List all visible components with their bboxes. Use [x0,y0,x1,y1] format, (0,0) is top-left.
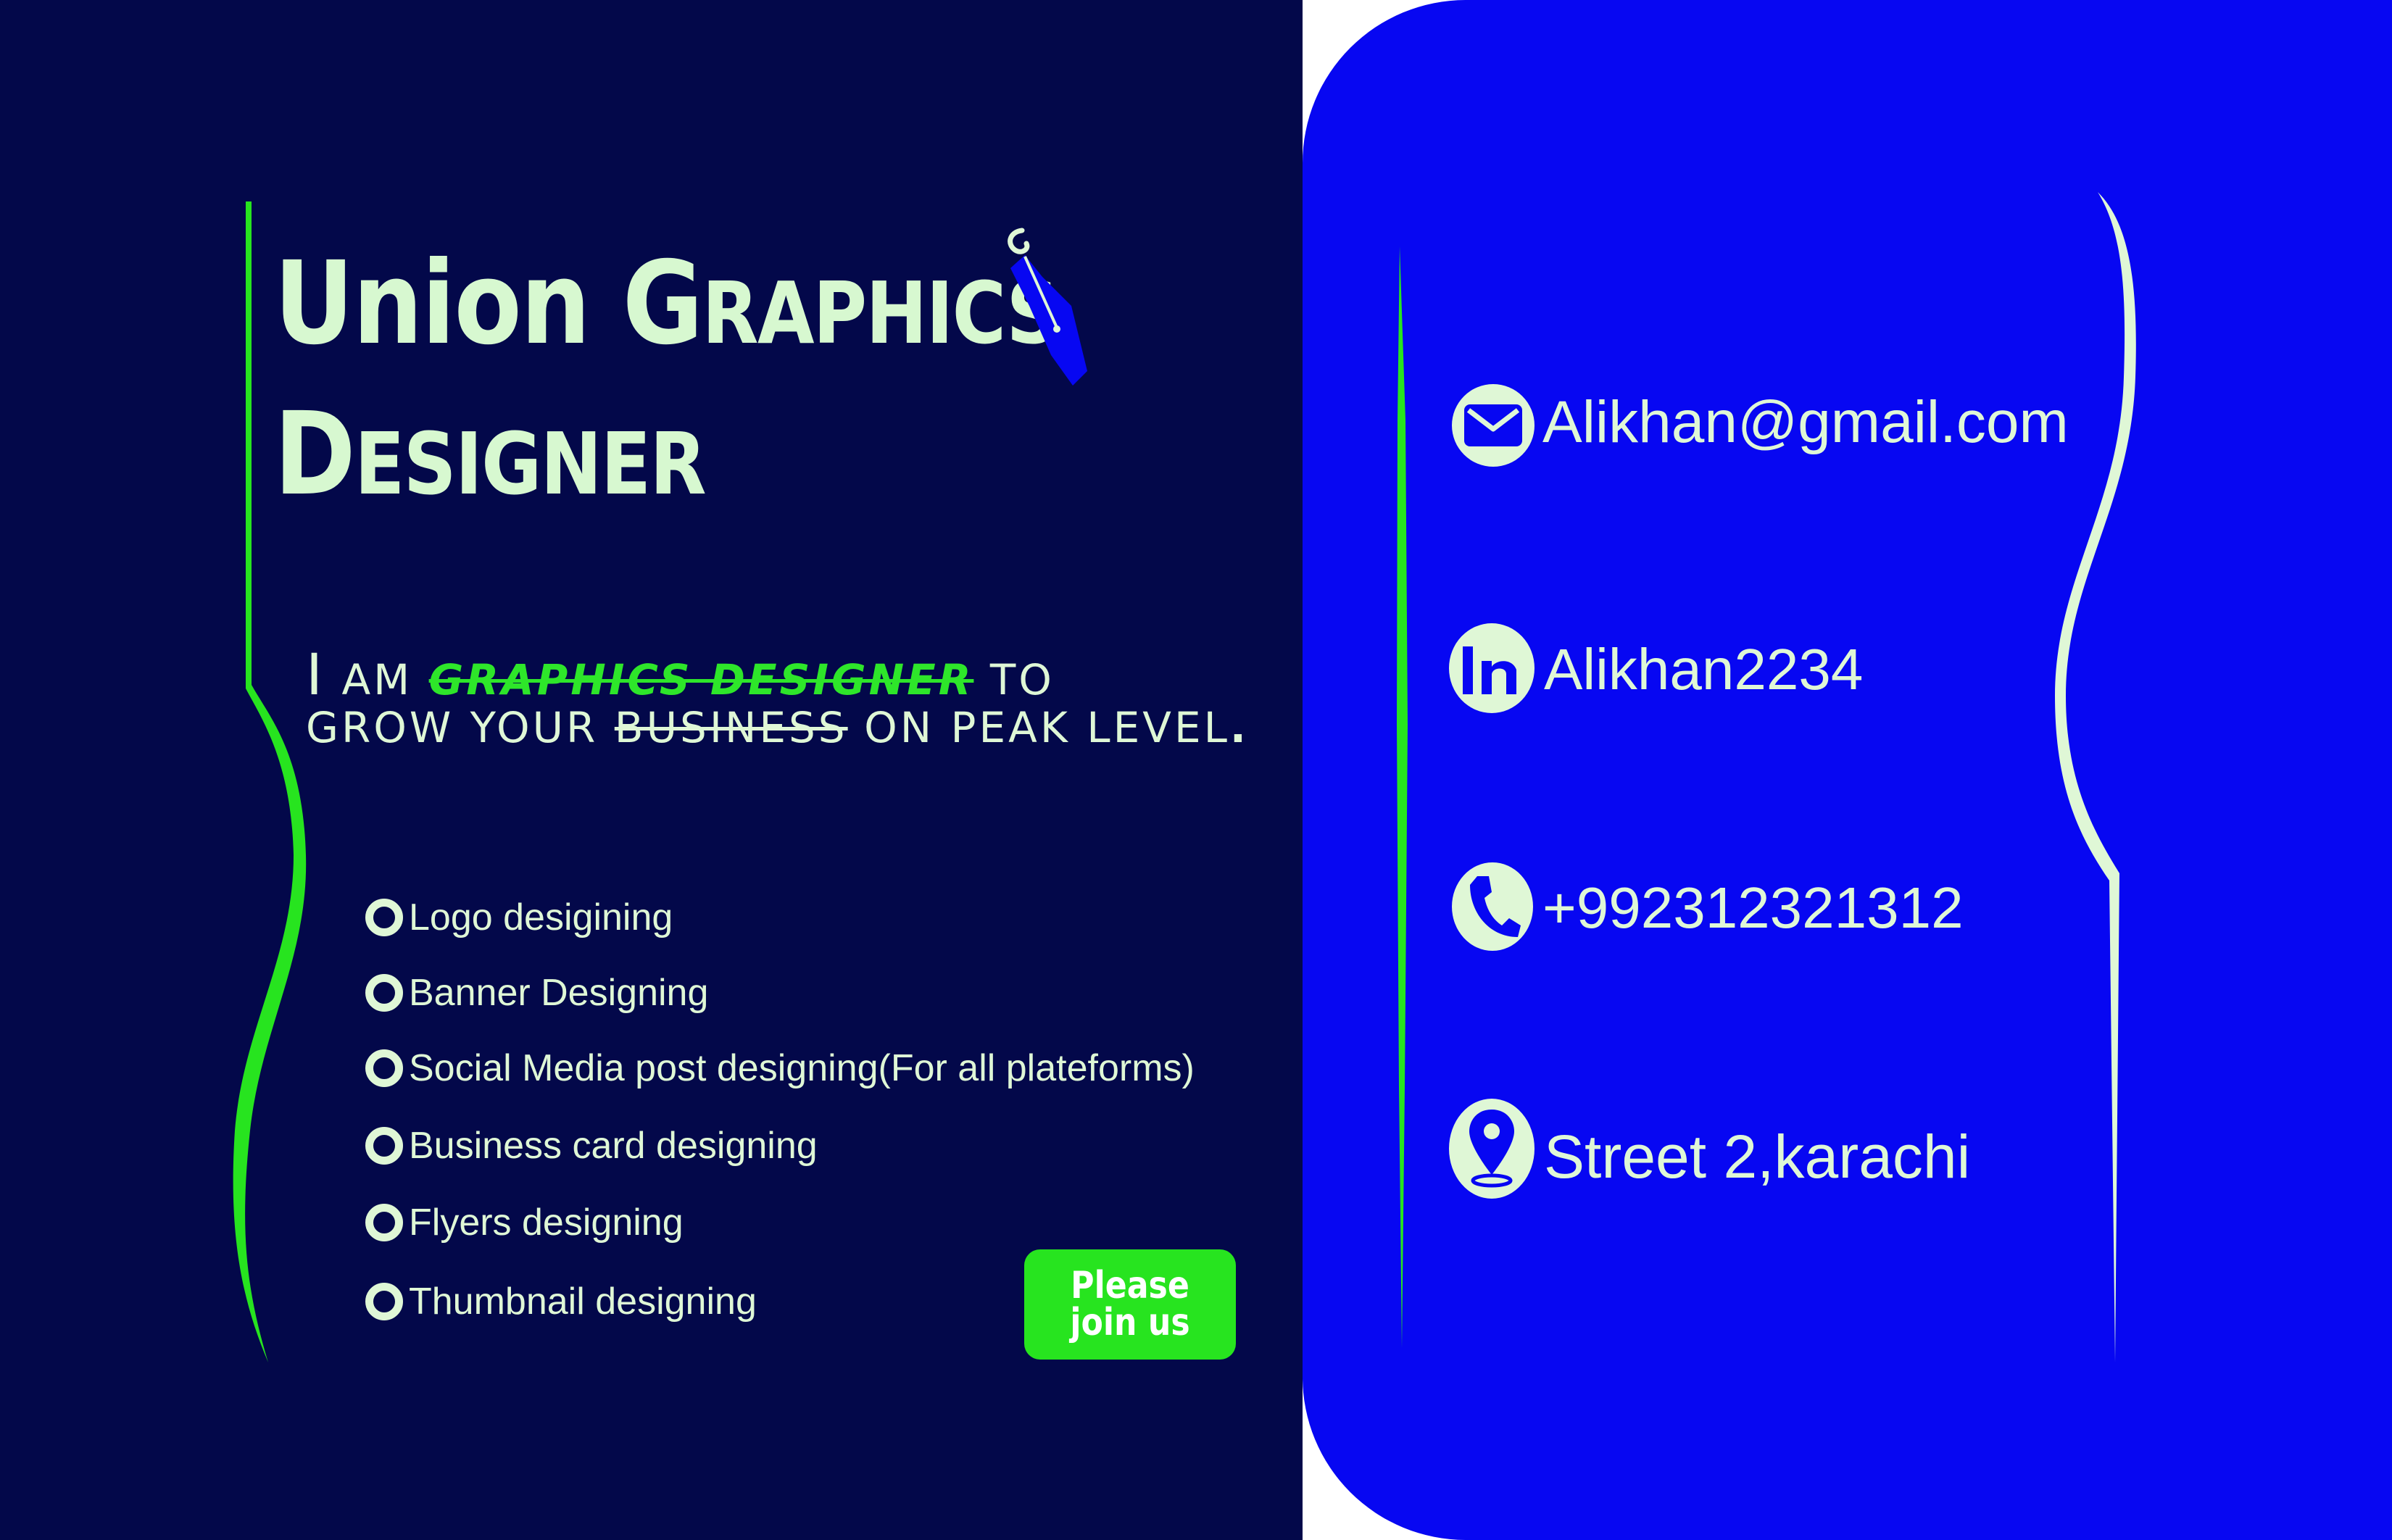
phone-icon [1452,862,1533,951]
tagline-peak-level: on peak level [864,703,1230,752]
right-light-curve [2055,192,2136,1362]
left-green-curve [233,201,307,1362]
service-label: Business card designing [409,1125,818,1167]
brand-title-line1: Union Graphics [274,246,1059,361]
service-label: Social Media post designing(For all plat… [409,1047,1195,1089]
bullet-icon [365,899,403,936]
tagline-line2: grow your business on peak level. [306,707,1249,749]
brand-title-line2: Designer [274,397,707,514]
tagline-grow-your: grow your [306,703,599,752]
tagline-cap-i: I [306,643,326,708]
pen-nib-icon [1008,228,1087,386]
linkedin-text[interactable]: Alikhan2234 [1544,641,1863,699]
business-card: Union Graphics Designer I am GRAPHICS DE… [0,0,2392,1540]
tagline-line1: I am GRAPHICS DESIGNER to [306,647,1055,704]
service-item: Banner Designing [365,967,708,1018]
tagline-period: . [1229,703,1249,752]
service-item: Flyers designing [365,1197,684,1248]
address-text[interactable]: Street 2,karachi [1544,1126,1970,1187]
tagline-business: business [614,703,848,752]
linkedin-icon [1449,623,1535,713]
location-pin-icon [1449,1099,1535,1199]
service-item: Thumbnail designing [365,1276,757,1327]
bullet-icon [365,1049,403,1087]
bullet-icon [365,1127,403,1165]
phone-text[interactable]: +992312321312 [1542,879,1964,937]
join-button[interactable]: Please join us [1024,1249,1236,1360]
service-item: Social Media post designing(For all plat… [365,1043,1195,1094]
bullet-icon [365,974,403,1012]
service-item: Business card designing [365,1120,818,1171]
join-button-label: Please join us [1070,1264,1190,1344]
service-item: Logo desigining [365,892,673,943]
title-word-union: Union [274,237,591,370]
right-green-line [1397,246,1408,1348]
bullet-icon [365,1204,403,1241]
envelope-icon [1452,384,1535,467]
tagline-am: am [341,655,413,704]
service-label: Flyers designing [409,1202,684,1244]
tagline-highlight: GRAPHICS DESIGNER [428,655,974,704]
service-label: Thumbnail designing [409,1281,757,1323]
service-label: Banner Designing [409,972,709,1014]
service-label: Logo desigining [409,896,673,938]
bullet-icon [365,1283,403,1320]
tagline-to: to [989,655,1055,704]
title-word-graphics-initial: G [622,237,704,370]
title-word-designer-initial: D [274,388,356,521]
title-word-designer-rest: esigner [354,414,707,514]
email-text[interactable]: Alikhan@gmail.com [1542,393,2069,452]
